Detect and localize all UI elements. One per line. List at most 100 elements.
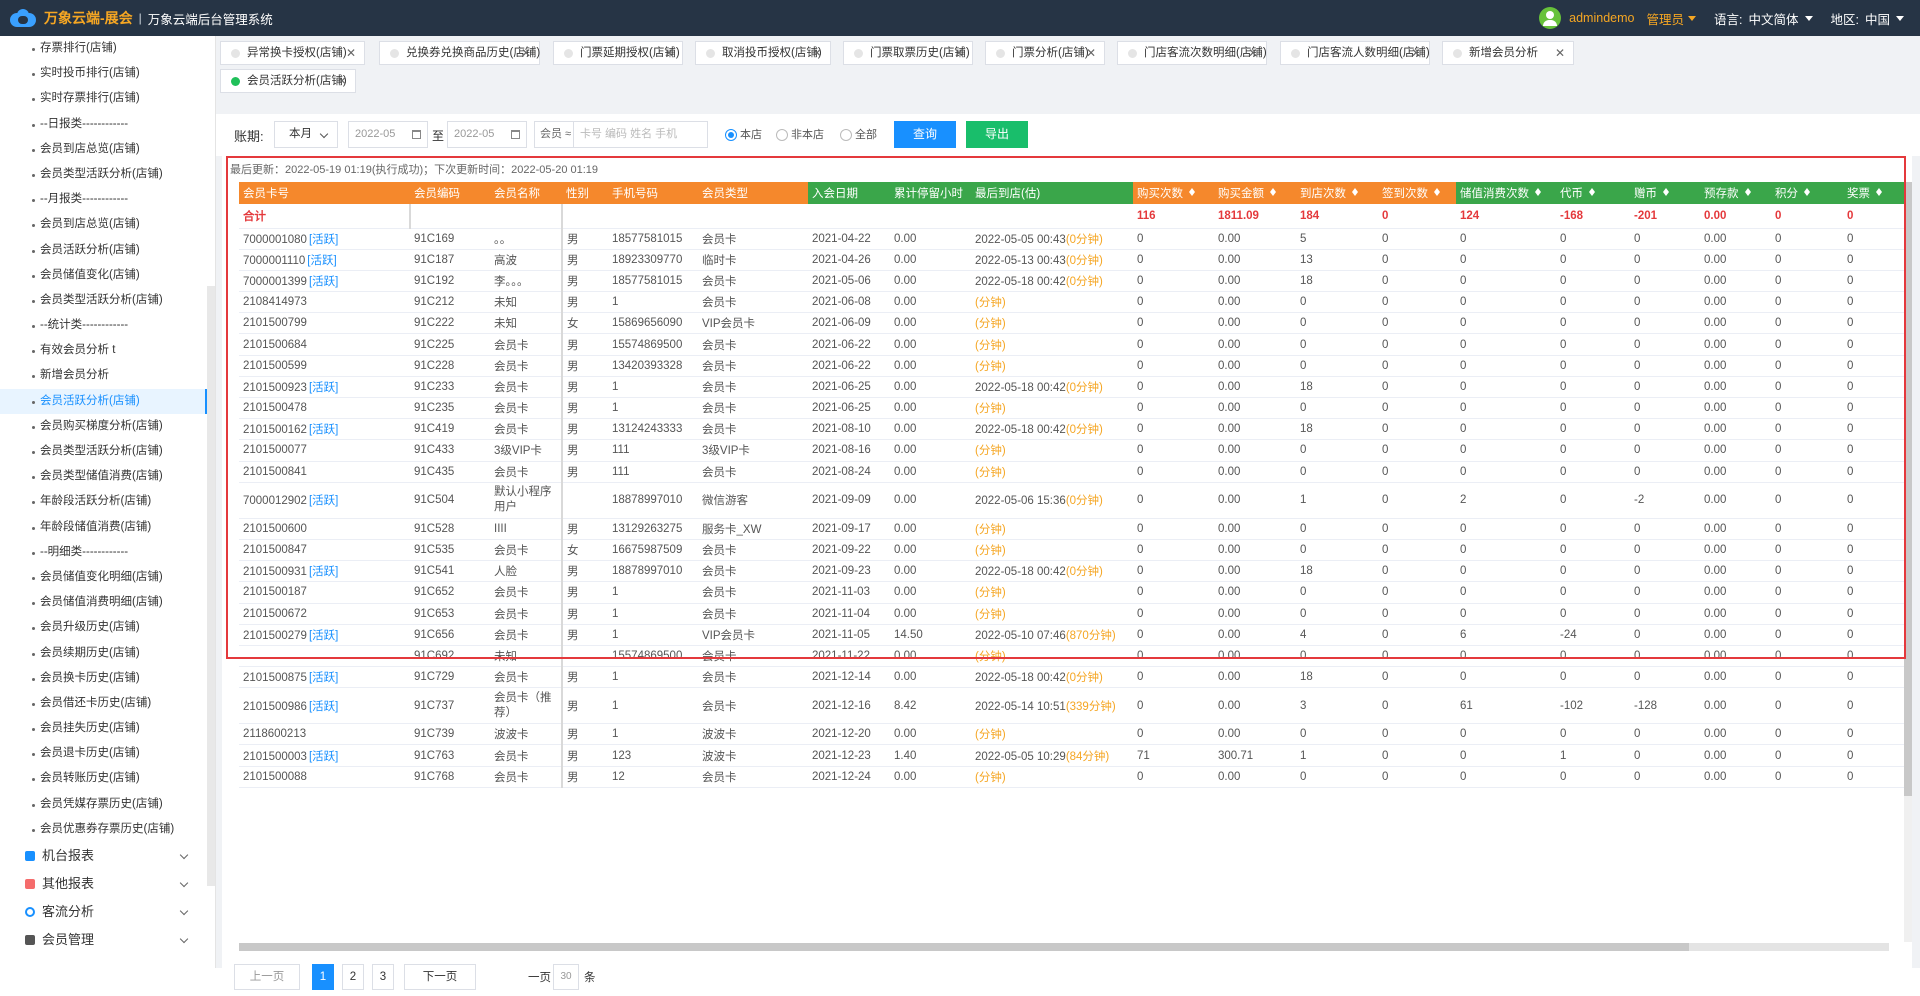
sidebar-item[interactable]: 存票排行(店铺) xyxy=(0,36,215,61)
tab-item[interactable]: 门店客流人数明细(店铺) ✕ xyxy=(1280,41,1430,65)
table-row[interactable]: 7000001110 [活跃] 91C187 高波 男 18923309770 临时卡 202… xyxy=(239,249,1909,271)
tab-item[interactable]: 新增会员分析 ✕ xyxy=(1442,41,1574,65)
sidebar-item[interactable]: 会员凭媒存票历史(店铺) xyxy=(0,792,215,817)
table-vertical-scrollbar[interactable] xyxy=(1904,182,1912,942)
column-header[interactable]: 签到次数 xyxy=(1378,182,1456,204)
table-row[interactable]: 7000001080 [活跃] 91C169 。。 男 18577581015 会员卡 202… xyxy=(239,228,1909,250)
active-tag[interactable]: [活跃] xyxy=(309,424,338,436)
sidebar-group[interactable]: 机台报表 xyxy=(0,842,215,870)
sidebar-item[interactable]: 年龄段储值消费(店铺) xyxy=(0,515,215,540)
column-header[interactable]: 购买次数 xyxy=(1133,182,1214,204)
sort-icon[interactable] xyxy=(1663,187,1669,196)
chevron-down-icon[interactable] xyxy=(1896,15,1904,21)
sort-icon[interactable] xyxy=(1876,187,1882,196)
sidebar-item[interactable]: --统计类------------ xyxy=(0,313,215,338)
close-icon[interactable]: ✕ xyxy=(521,42,531,64)
sidebar-item[interactable]: 会员续期历史(店铺) xyxy=(0,641,215,666)
sidebar-group[interactable]: 会员管理 xyxy=(0,926,215,954)
sidebar-item[interactable]: 会员类型活跃分析(店铺) xyxy=(0,439,215,464)
sidebar-item[interactable]: 会员活跃分析(店铺) xyxy=(0,388,215,415)
sidebar-item[interactable]: --明细类------------ xyxy=(0,540,215,565)
close-icon[interactable]: ✕ xyxy=(337,70,347,92)
table-row[interactable]: 2108414973 91C212 未知 男 1 会员卡 2021-06-08 0.00 (分钟… xyxy=(239,291,1909,314)
sidebar-item[interactable]: 会员储值变化明细(店铺) xyxy=(0,565,215,590)
table-row[interactable]: 2101500684 91C225 会员卡 男 15574869500 会员卡 2021-0… xyxy=(239,333,1909,356)
tab-item[interactable]: 异常换卡授权(店铺) ✕ xyxy=(220,41,365,65)
active-tag[interactable]: [活跃] xyxy=(309,382,338,394)
sidebar-scrollbar[interactable] xyxy=(207,286,215,886)
tab-item[interactable]: 门票分析(店铺) ✕ xyxy=(985,41,1105,65)
username[interactable]: admindemo xyxy=(1569,11,1634,25)
column-header[interactable]: 预存款 xyxy=(1700,182,1771,204)
sort-icon[interactable] xyxy=(1804,187,1810,196)
scroll-thumb[interactable] xyxy=(1904,182,1912,796)
sidebar-item[interactable]: 会员类型储值消费(店铺) xyxy=(0,464,215,489)
sidebar-item[interactable]: 会员购买梯度分析(店铺) xyxy=(0,414,215,439)
tab-item[interactable]: 门店客流次数明细(店铺) ✕ xyxy=(1117,41,1267,65)
table-row[interactable]: 2101500847 91C535 会员卡 女 16675987509 会员卡 2021-0… xyxy=(239,539,1909,562)
sidebar-item[interactable]: 实时投币排行(店铺) xyxy=(0,61,215,86)
sidebar-item[interactable]: 会员类型活跃分析(店铺) xyxy=(0,162,215,187)
table-row[interactable]: 2101500088 91C768 会员卡 男 12 会员卡 2021-12-24 0.00 (… xyxy=(239,766,1909,788)
period-select[interactable]: 本月 xyxy=(274,121,338,148)
sidebar-item[interactable]: 有效会员分析 t xyxy=(0,338,215,363)
column-header[interactable]: 购买金额 xyxy=(1214,182,1296,204)
role-dropdown[interactable]: 管理员 xyxy=(1646,9,1684,28)
close-icon[interactable]: ✕ xyxy=(1411,42,1421,64)
sidebar-item[interactable]: --日报类------------ xyxy=(0,112,215,137)
sidebar-item[interactable]: 会员类型活跃分析(店铺) xyxy=(0,288,215,313)
close-icon[interactable]: ✕ xyxy=(1086,42,1096,64)
radio-this-store[interactable]: 本店 xyxy=(725,128,762,142)
active-tag[interactable]: [活跃] xyxy=(309,495,338,507)
active-tag[interactable]: [活跃] xyxy=(307,255,336,267)
table-row[interactable]: 2101500599 91C228 会员卡 男 13420393328 会员卡 2021-0… xyxy=(239,355,1909,377)
sort-icon[interactable] xyxy=(1589,187,1595,196)
radio-all[interactable]: 全部 xyxy=(840,128,877,142)
export-button[interactable]: 导出 xyxy=(966,121,1028,148)
search-kind-select[interactable]: 会员 ≈ xyxy=(534,121,574,148)
active-tag[interactable]: [活跃] xyxy=(309,672,338,684)
date-to-picker[interactable]: 2022-05 xyxy=(447,121,527,148)
close-icon[interactable]: ✕ xyxy=(664,42,674,64)
tab-item[interactable]: 门票延期授权(店铺) ✕ xyxy=(553,41,683,65)
region-dropdown[interactable]: 中国 xyxy=(1865,9,1890,28)
sidebar-item[interactable]: 新增会员分析 xyxy=(0,363,215,388)
sidebar-item[interactable]: 会员换卡历史(店铺) xyxy=(0,666,215,691)
query-button[interactable]: 查询 xyxy=(894,121,956,148)
column-header[interactable]: 赠币 xyxy=(1630,182,1700,204)
close-icon[interactable]: ✕ xyxy=(346,42,356,64)
table-row[interactable]: 2101500162 [活跃] 91C419 会员卡 男 13124243333 会员卡 20… xyxy=(239,418,1909,441)
table-horizontal-scrollbar[interactable] xyxy=(239,943,1889,951)
active-tag[interactable]: [活跃] xyxy=(309,234,338,246)
table-row[interactable]: 2101500187 91C652 会员卡 男 1 会员卡 2021-11-03 0.00 (分… xyxy=(239,581,1909,604)
chevron-down-icon[interactable] xyxy=(1688,15,1696,21)
active-tag[interactable]: [活跃] xyxy=(309,751,338,763)
sort-icon[interactable] xyxy=(1535,187,1541,196)
close-icon[interactable]: ✕ xyxy=(812,42,822,64)
tab-item[interactable]: 兑换券兑换商品历史(店铺) ✕ xyxy=(379,41,540,65)
sidebar-item[interactable]: 会员借还卡历史(店铺) xyxy=(0,691,215,716)
date-from-picker[interactable]: 2022-05 xyxy=(348,121,428,148)
sidebar-item[interactable]: 会员退卡历史(店铺) xyxy=(0,741,215,766)
close-icon[interactable]: ✕ xyxy=(954,42,964,64)
sidebar-item[interactable]: 实时存票排行(店铺) xyxy=(0,86,215,111)
sidebar-item[interactable]: 会员挂失历史(店铺) xyxy=(0,716,215,741)
sidebar-item[interactable]: --月报类------------ xyxy=(0,187,215,212)
tab-item[interactable]: 会员活跃分析(店铺) ✕ xyxy=(220,69,356,93)
table-row[interactable]: 2118600213 91C739 波波卡 男 1 波波卡 2021-12-20 0.00 (分… xyxy=(239,723,1909,746)
table-row[interactable]: 2101500478 91C235 会员卡 男 1 会员卡 2021-06-25 0.00 (分… xyxy=(239,397,1909,420)
close-icon[interactable]: ✕ xyxy=(1248,42,1258,64)
active-tag[interactable]: [活跃] xyxy=(309,701,338,713)
table-row[interactable]: 2101500672 91C653 会员卡 男 1 会员卡 2021-11-04 0.00 (分… xyxy=(239,603,1909,625)
active-tag[interactable]: [活跃] xyxy=(309,630,338,642)
table-row[interactable]: 2101500923 [活跃] 91C233 会员卡 男 1 会员卡 2021-06-25 0.… xyxy=(239,376,1909,399)
tab-item[interactable]: 门票取票历史(店铺) ✕ xyxy=(843,41,973,65)
table-row[interactable]: 2101500003 [活跃] 91C763 会员卡 男 123 波波卡 2021-12-23… xyxy=(239,744,1909,767)
sidebar-item[interactable]: 会员储值变化(店铺) xyxy=(0,263,215,288)
language-dropdown[interactable]: 中文简体 xyxy=(1748,9,1798,28)
sort-icon[interactable] xyxy=(1189,187,1195,196)
active-tag[interactable]: [活跃] xyxy=(309,566,338,578)
sidebar-group[interactable]: 其他报表 xyxy=(0,870,215,898)
sort-icon[interactable] xyxy=(1270,187,1276,196)
column-header[interactable]: 储值消费次数 xyxy=(1456,182,1556,204)
